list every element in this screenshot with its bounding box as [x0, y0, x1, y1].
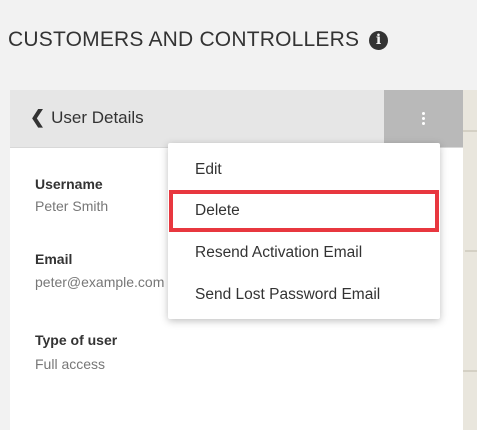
map-road — [465, 250, 477, 252]
page-header: CUSTOMERS AND CONTROLLERS i — [0, 0, 477, 90]
user-type-value: Full access — [35, 356, 106, 372]
chevron-left-icon: ❮ — [30, 107, 46, 127]
menu-item-resend-activation-email[interactable]: Resend Activation Email — [168, 235, 440, 271]
page-title-row: CUSTOMERS AND CONTROLLERS i — [8, 28, 389, 52]
user-type-label: Type of user — [35, 332, 118, 348]
back-label: User Details — [51, 107, 144, 127]
map-road — [463, 130, 477, 132]
menu-item-edit[interactable]: Edit — [168, 152, 440, 188]
email-value: peter@example.com — [35, 274, 165, 290]
back-button[interactable]: ❮ User Details — [30, 107, 144, 128]
panel-header: ❮ User Details — [10, 90, 463, 148]
menu-item-send-lost-password-email[interactable]: Send Lost Password Email — [168, 277, 440, 313]
more-options-button[interactable] — [384, 90, 463, 147]
email-label: Email — [35, 251, 73, 267]
username-label: Username — [35, 176, 103, 192]
delete-highlight-box — [169, 190, 439, 232]
username-value: Peter Smith — [35, 198, 109, 214]
map-road — [463, 370, 477, 372]
info-icon[interactable]: i — [369, 30, 389, 50]
map-background[interactable] — [463, 90, 477, 430]
kebab-menu-icon — [422, 112, 425, 125]
page-title: CUSTOMERS AND CONTROLLERS — [8, 28, 360, 51]
